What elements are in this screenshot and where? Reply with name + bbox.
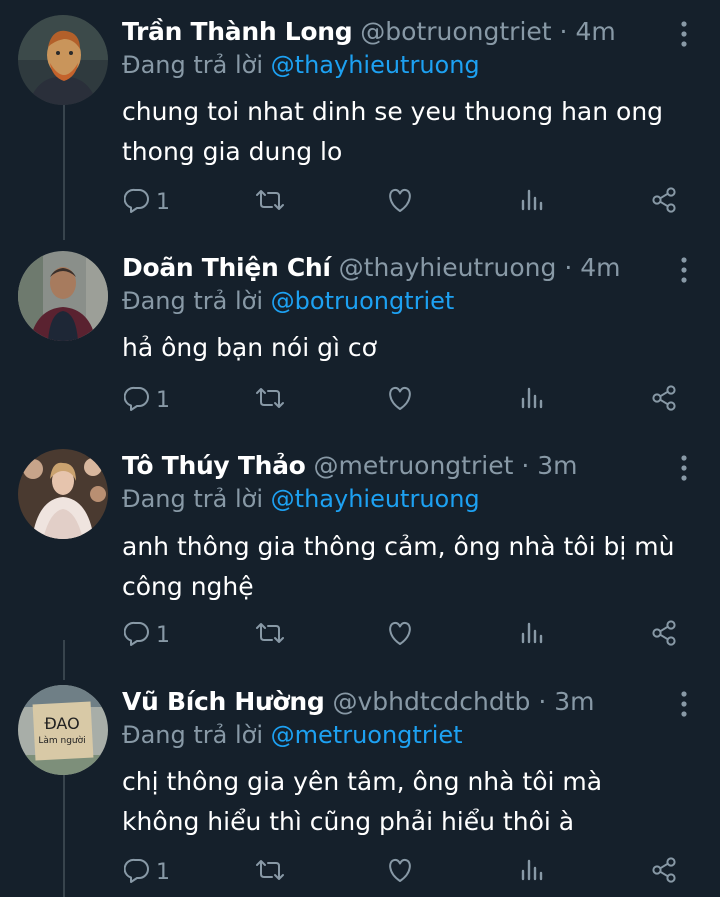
author-handle[interactable]: @vbhdtcdchdtb xyxy=(332,687,530,716)
tweet-actions: 1 xyxy=(122,380,692,420)
tweet[interactable]: ĐAO Làm người Vũ Bích Hường @vbhdtcdchdt… xyxy=(0,685,720,897)
author-name[interactable]: Doãn Thiện Chí xyxy=(122,253,331,282)
tweet-text: hả ông bạn nói gì cơ xyxy=(122,333,377,362)
reply-count: 1 xyxy=(156,859,170,885)
tweet-header: Trần Thành Long @botruongtriet · 4m xyxy=(122,15,670,49)
reply-count: 1 xyxy=(156,622,170,648)
reply-count: 1 xyxy=(156,189,170,215)
retweet-button[interactable] xyxy=(255,182,285,222)
analytics-icon xyxy=(520,620,544,650)
reply-button[interactable]: 1 xyxy=(123,182,170,222)
analytics-button[interactable] xyxy=(520,182,544,222)
replying-to-label: Đang trả lời xyxy=(122,721,264,749)
author-handle[interactable]: @metruongtriet xyxy=(314,451,514,480)
retweet-icon xyxy=(255,187,285,217)
avatar[interactable] xyxy=(18,449,108,539)
author-name[interactable]: Trần Thành Long xyxy=(122,17,353,46)
retweet-button[interactable] xyxy=(255,852,285,892)
separator-dot: · xyxy=(564,253,573,282)
timestamp[interactable]: 3m xyxy=(554,687,594,716)
avatar[interactable] xyxy=(18,251,108,341)
separator-dot: · xyxy=(538,687,547,716)
share-icon xyxy=(650,384,678,416)
tweet-actions: 1 xyxy=(122,615,692,655)
separator-dot: · xyxy=(521,451,530,480)
replying-to-link[interactable]: @thayhieutruong xyxy=(271,485,480,513)
tweet[interactable]: Tô Thúy Thảo @metruongtriet · 3m Đang tr… xyxy=(0,449,720,659)
avatar-sign-subtitle: Làm người xyxy=(38,735,85,746)
replying-to: Đang trả lời @thayhieutruong xyxy=(122,483,480,515)
reply-icon xyxy=(123,620,150,650)
more-icon[interactable] xyxy=(676,453,692,483)
replying-to: Đang trả lời @metruongtriet xyxy=(122,719,463,751)
more-icon[interactable] xyxy=(676,19,692,49)
analytics-icon xyxy=(520,187,544,217)
reply-count: 1 xyxy=(156,387,170,413)
replying-to-link[interactable]: @metruongtriet xyxy=(271,721,463,749)
reply-button[interactable]: 1 xyxy=(123,380,170,420)
analytics-icon xyxy=(520,857,544,887)
retweet-icon xyxy=(255,857,285,887)
timestamp[interactable]: 4m xyxy=(575,17,615,46)
like-button[interactable] xyxy=(386,380,414,420)
timestamp[interactable]: 3m xyxy=(537,451,577,480)
separator-dot: · xyxy=(559,17,568,46)
tweet[interactable]: Doãn Thiện Chí @thayhieutruong · 4m Đang… xyxy=(0,251,720,431)
like-icon xyxy=(386,385,414,415)
author-handle[interactable]: @botruongtriet xyxy=(360,17,551,46)
author-handle[interactable]: @thayhieutruong xyxy=(339,253,557,282)
like-button[interactable] xyxy=(386,182,414,222)
retweet-icon xyxy=(255,385,285,415)
author-name[interactable]: Tô Thúy Thảo xyxy=(122,451,306,480)
like-icon xyxy=(386,187,414,217)
replying-to: Đang trả lời @botruongtriet xyxy=(122,285,454,317)
more-icon[interactable] xyxy=(676,255,692,285)
like-icon xyxy=(386,620,414,650)
reply-icon xyxy=(123,385,150,415)
share-button[interactable] xyxy=(650,182,678,222)
like-button[interactable] xyxy=(386,852,414,892)
tweet-text: chị thông gia yên tâm, ông nhà tôi mà kh… xyxy=(122,767,603,836)
tweet-text: anh thông gia thông cảm, ông nhà tôi bị … xyxy=(122,532,675,601)
retweet-button[interactable] xyxy=(255,380,285,420)
share-button[interactable] xyxy=(650,852,678,892)
tweet[interactable]: Trần Thành Long @botruongtriet · 4m Đang… xyxy=(0,15,720,225)
author-name[interactable]: Vũ Bích Hường xyxy=(122,687,325,716)
timestamp[interactable]: 4m xyxy=(580,253,620,282)
analytics-button[interactable] xyxy=(520,380,544,420)
share-button[interactable] xyxy=(650,380,678,420)
more-icon[interactable] xyxy=(676,689,692,719)
avatar[interactable] xyxy=(18,15,108,105)
like-icon xyxy=(386,857,414,887)
share-icon xyxy=(650,856,678,888)
reply-button[interactable]: 1 xyxy=(123,852,170,892)
replying-to: Đang trả lời @thayhieutruong xyxy=(122,49,480,81)
avatar-sign-title: ĐAO xyxy=(44,714,79,733)
avatar[interactable]: ĐAO Làm người xyxy=(18,685,108,775)
like-button[interactable] xyxy=(386,615,414,655)
replying-to-link[interactable]: @botruongtriet xyxy=(271,287,455,315)
replying-to-link[interactable]: @thayhieutruong xyxy=(271,51,480,79)
replying-to-label: Đang trả lời xyxy=(122,51,264,79)
reply-icon xyxy=(123,857,150,887)
tweet-header: Tô Thúy Thảo @metruongtriet · 3m xyxy=(122,449,670,483)
reply-button[interactable]: 1 xyxy=(123,615,170,655)
retweet-button[interactable] xyxy=(255,615,285,655)
analytics-icon xyxy=(520,385,544,415)
share-button[interactable] xyxy=(650,615,678,655)
analytics-button[interactable] xyxy=(520,615,544,655)
replying-to-label: Đang trả lời xyxy=(122,485,264,513)
share-icon xyxy=(650,619,678,651)
analytics-button[interactable] xyxy=(520,852,544,892)
share-icon xyxy=(650,186,678,218)
replying-to-label: Đang trả lời xyxy=(122,287,264,315)
tweet-header: Vũ Bích Hường @vbhdtcdchdtb · 3m xyxy=(122,685,670,719)
tweet-text: chung toi nhat dinh se yeu thuong han on… xyxy=(122,97,664,166)
retweet-icon xyxy=(255,620,285,650)
tweet-actions: 1 xyxy=(122,852,692,892)
tweet-actions: 1 xyxy=(122,182,692,222)
reply-icon xyxy=(123,187,150,217)
tweet-header: Doãn Thiện Chí @thayhieutruong · 4m xyxy=(122,251,670,285)
